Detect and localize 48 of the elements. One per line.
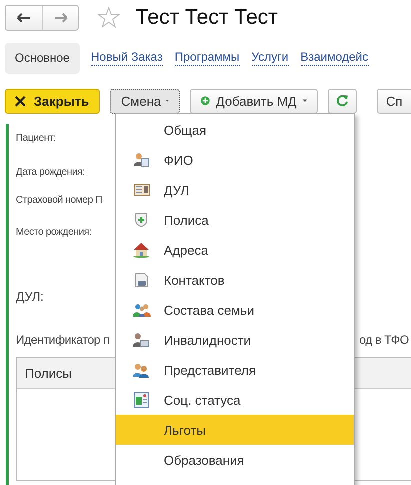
plus-circle-icon	[201, 94, 210, 108]
person-computer-icon	[133, 332, 150, 348]
caret-icon	[166, 99, 170, 103]
menu-item[interactable]: Представителя	[116, 355, 354, 385]
tab[interactable]: Основное	[5, 42, 80, 74]
tab[interactable]: Услуги	[252, 50, 289, 66]
field-label: од в ТФО	[360, 333, 409, 347]
menu-item[interactable]: Соц. статуса	[116, 385, 354, 415]
field-label: Место рождения:	[16, 226, 92, 240]
menu-item[interactable]: Контактов	[116, 265, 354, 295]
field-label: Дата рождения:	[16, 166, 86, 180]
two-people-icon	[133, 362, 150, 378]
add-dropdown-button[interactable]: Добавить МД	[190, 88, 318, 114]
menu-item[interactable]: Общая	[116, 115, 354, 145]
menu-item[interactable]: Образования	[116, 445, 354, 475]
menu-item[interactable]: Полиса	[116, 205, 354, 235]
person-document-icon	[134, 153, 150, 167]
id-card-icon	[134, 184, 150, 196]
field-label: ДУЛ:	[16, 290, 44, 304]
right-arrow-icon	[54, 13, 68, 23]
menu-item[interactable]: Адреса	[116, 235, 354, 265]
field-label: Пациент:	[16, 132, 56, 146]
menu-item[interactable]: Льготы	[116, 415, 354, 445]
house-icon	[133, 242, 150, 258]
certificate-icon	[134, 392, 149, 408]
window-title: Тест Тест Тест	[136, 6, 278, 30]
menu-item[interactable]: Инвалидности	[116, 325, 354, 355]
shield-icon	[135, 212, 148, 228]
tab[interactable]: Программы	[174, 50, 240, 66]
tab[interactable]: Новый Заказ	[90, 50, 163, 66]
caret-icon	[302, 99, 308, 103]
menu-item[interactable]: ФИО	[116, 145, 354, 175]
toolbar-button[interactable]: Сп	[377, 88, 411, 114]
change-dropdown-button[interactable]: Смена	[110, 88, 180, 114]
star-icon[interactable]	[98, 7, 120, 29]
close-button[interactable]: Закрыть	[5, 88, 100, 114]
phone-document-icon	[134, 272, 148, 288]
left-arrow-icon	[17, 13, 31, 23]
refresh-button[interactable]	[328, 88, 358, 114]
column-header: Полисы	[25, 366, 72, 380]
field-label: Идентификатор п	[16, 333, 110, 347]
field-label: Страховой номер П	[16, 194, 102, 208]
close-icon	[15, 96, 26, 106]
people-group-icon	[132, 303, 150, 317]
tab[interactable]: Взаимодейс	[300, 50, 368, 66]
menu-item[interactable]: ДУЛ	[116, 175, 354, 205]
refresh-icon	[336, 94, 350, 108]
menu-item[interactable]: Состава семьи	[116, 295, 354, 325]
